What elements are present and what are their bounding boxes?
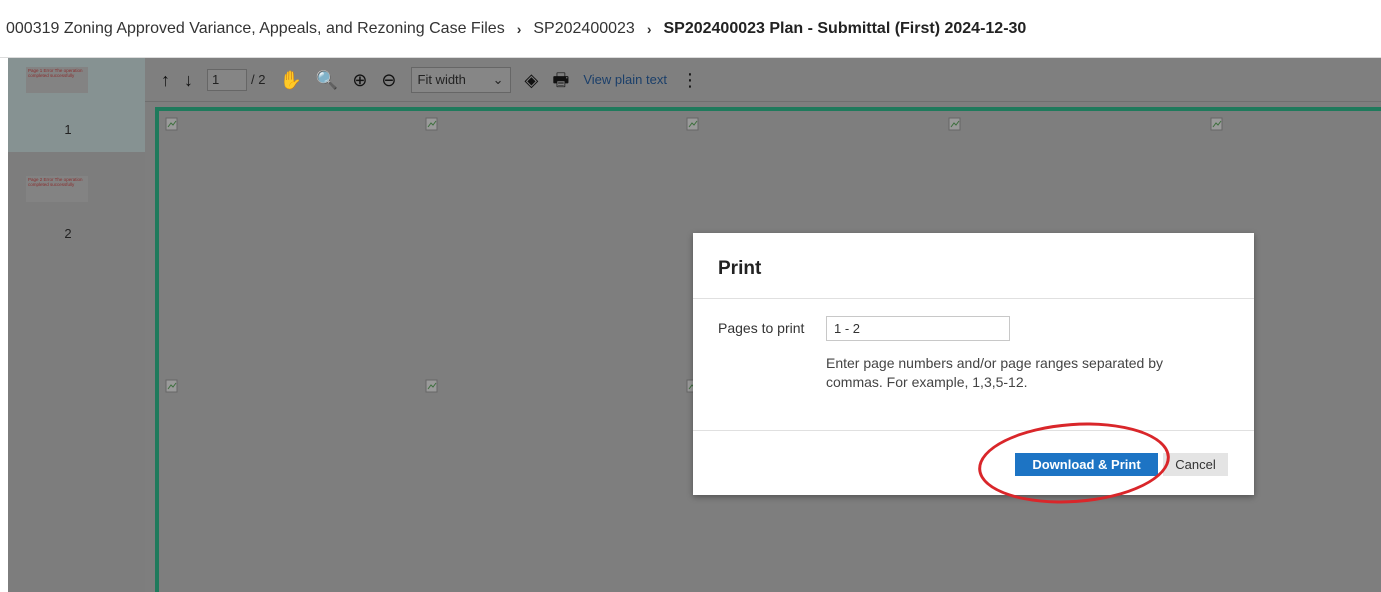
dialog-divider bbox=[693, 430, 1254, 431]
rotate-icon[interactable]: ◈ bbox=[525, 71, 539, 89]
thumbnail-preview: Page 1 Error The operation completed suc… bbox=[26, 67, 88, 93]
thumbnail-page-2[interactable]: Page 2 Error The operation completed suc… bbox=[8, 152, 145, 246]
zoom-select-value: Fit width bbox=[417, 72, 466, 87]
print-icon[interactable]: 🖶 bbox=[552, 71, 569, 89]
more-options-icon[interactable]: ⋮ bbox=[681, 71, 699, 89]
page-number-input[interactable] bbox=[207, 68, 247, 91]
broken-image-icon bbox=[425, 117, 438, 131]
page-total: / 2 bbox=[251, 72, 266, 87]
pages-to-print-input[interactable] bbox=[826, 316, 1010, 341]
thumbnail-page-number: 1 bbox=[64, 122, 72, 137]
broken-image-icon bbox=[165, 117, 178, 131]
breadcrumb-item-collection[interactable]: 000319 Zoning Approved Variance, Appeals… bbox=[6, 20, 505, 38]
breadcrumb: 000319 Zoning Approved Variance, Appeals… bbox=[0, 0, 1381, 58]
pages-to-print-label: Pages to print bbox=[718, 320, 805, 336]
zoom-out-icon[interactable]: ⊖ bbox=[381, 71, 396, 89]
breadcrumb-item-case[interactable]: SP202400023 bbox=[533, 20, 634, 38]
zoom-in-icon[interactable]: ⊕ bbox=[352, 71, 367, 89]
broken-image-icon bbox=[425, 379, 438, 393]
viewer-toolbar: ↑ ↓ / 2 ✋ 🔍 ⊕ ⊖ Fit width ⌄ ◈ 🖶 View pla… bbox=[145, 58, 1381, 102]
hand-pan-icon[interactable]: ✋ bbox=[279, 71, 301, 89]
zoom-select[interactable]: Fit width ⌄ bbox=[410, 66, 511, 93]
broken-image-icon bbox=[948, 117, 961, 131]
arrow-up-icon[interactable]: ↑ bbox=[161, 71, 170, 89]
thumbnail-page-1[interactable]: Page 1 Error The operation completed suc… bbox=[8, 58, 145, 152]
broken-image-icon bbox=[1210, 117, 1223, 131]
chevron-down-icon: ⌄ bbox=[492, 71, 504, 87]
view-plain-text-link[interactable]: View plain text bbox=[583, 72, 667, 87]
broken-image-icon bbox=[686, 117, 699, 131]
download-print-button[interactable]: Download & Print bbox=[1015, 453, 1158, 476]
breadcrumb-current: SP202400023 Plan - Submittal (First) 202… bbox=[663, 19, 1027, 37]
cancel-button[interactable]: Cancel bbox=[1163, 453, 1228, 476]
thumbnail-page-number: 2 bbox=[64, 226, 72, 241]
magnifier-icon[interactable]: 🔍 bbox=[316, 71, 338, 89]
thumbnail-preview: Page 2 Error The operation completed suc… bbox=[26, 176, 88, 202]
breadcrumb-separator-icon: › bbox=[646, 20, 652, 37]
pages-help-text: Enter page numbers and/or page ranges se… bbox=[826, 355, 1164, 390]
dialog-divider bbox=[693, 298, 1254, 299]
broken-image-icon bbox=[165, 379, 178, 393]
dialog-title: Print bbox=[718, 258, 762, 279]
breadcrumb-separator-icon: › bbox=[516, 20, 522, 37]
thumbnail-panel: Page 1 Error The operation completed suc… bbox=[8, 58, 146, 592]
arrow-down-icon[interactable]: ↓ bbox=[184, 71, 193, 89]
print-dialog: Print Pages to print Enter page numbers … bbox=[693, 233, 1254, 495]
